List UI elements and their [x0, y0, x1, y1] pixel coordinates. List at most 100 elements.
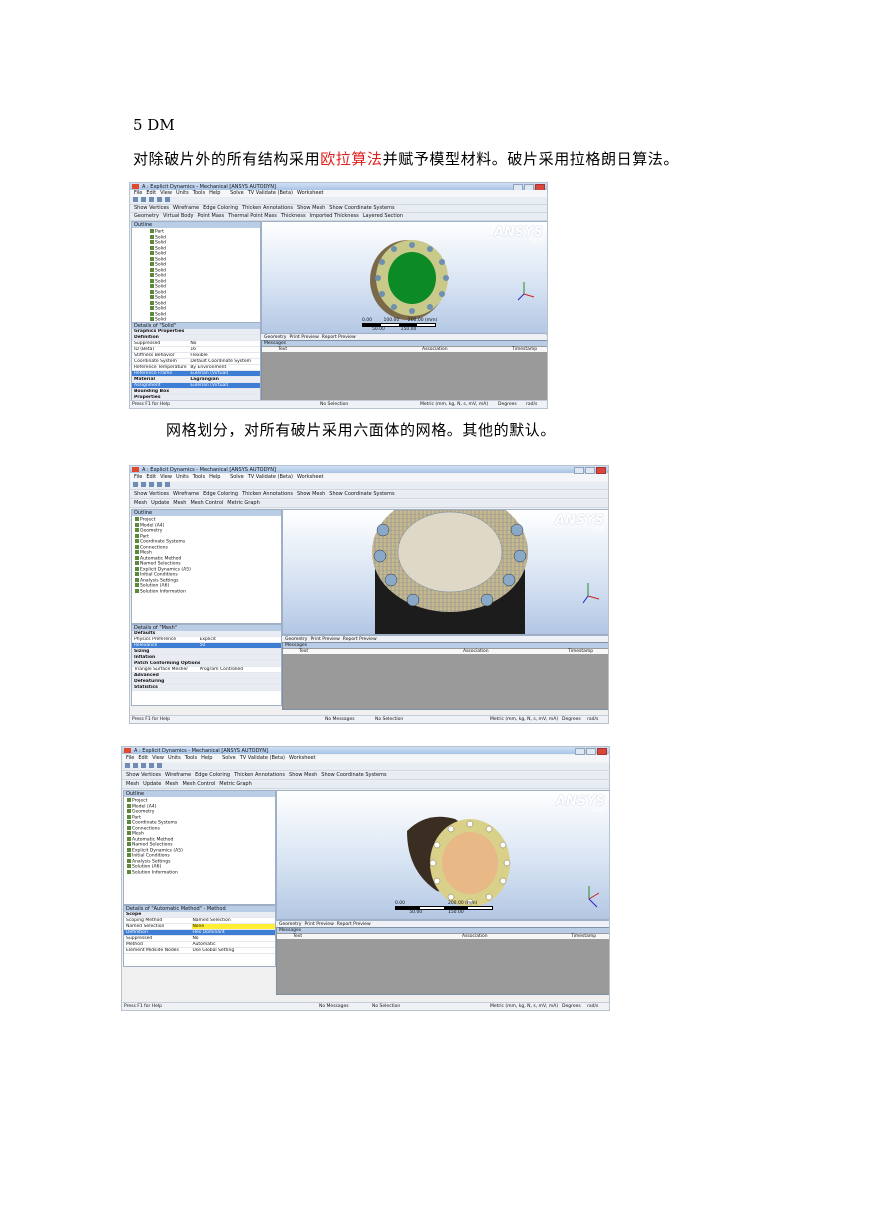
details-value[interactable]: Default Coordinate System: [190, 359, 260, 364]
col-timestamp[interactable]: Timestamp: [571, 934, 596, 939]
edge-coloring-button[interactable]: Edge Coloring: [195, 772, 230, 778]
show-coordinate-systems-button[interactable]: Show Coordinate Systems: [321, 772, 386, 778]
pan-icon[interactable]: [157, 197, 162, 202]
details-value[interactable]: Eulerian (Virtual): [190, 371, 260, 376]
details-value[interactable]: 50: [200, 643, 281, 648]
details-value[interactable]: Use Global Setting: [192, 948, 275, 953]
show-mesh-button[interactable]: Show Mesh: [297, 205, 325, 211]
mesh-control-dropdown[interactable]: Mesh Control: [182, 781, 215, 787]
show-vertices-button[interactable]: Show Vertices: [126, 772, 161, 778]
menu-tools[interactable]: Tools: [193, 190, 205, 196]
rotate-icon[interactable]: [141, 763, 146, 768]
details-value[interactable]: By Environment: [190, 365, 260, 370]
status-units[interactable]: Metric (mm, kg, N, s, mV, mA): [490, 717, 558, 722]
status-messages[interactable]: No Messages: [325, 717, 355, 722]
menu-help[interactable]: Help: [209, 190, 220, 196]
validate-button[interactable]: TV Validate (Beta): [248, 190, 293, 196]
minimize-button[interactable]: [575, 748, 585, 755]
menu-help[interactable]: Help: [209, 474, 220, 480]
update-button[interactable]: Update: [143, 781, 161, 787]
details-row[interactable]: Statistics: [132, 685, 281, 691]
validate-button[interactable]: TV Validate (Beta): [248, 474, 293, 480]
details-value[interactable]: Explicit: [200, 637, 281, 642]
edge-coloring-button[interactable]: Edge Coloring: [203, 491, 238, 497]
details-value[interactable]: [190, 389, 260, 394]
details-value[interactable]: [200, 661, 281, 666]
details-value[interactable]: [200, 679, 281, 684]
details-value[interactable]: Flexible: [190, 353, 260, 358]
mesh-control-dropdown[interactable]: Mesh Control: [190, 500, 223, 506]
status-rate[interactable]: rad/s: [587, 717, 598, 722]
status-angle[interactable]: Degrees: [562, 1004, 581, 1009]
details-value[interactable]: No: [192, 936, 275, 941]
fit-icon[interactable]: [165, 482, 170, 487]
close-button[interactable]: [597, 748, 607, 755]
status-angle[interactable]: Degrees: [562, 717, 581, 722]
col-text[interactable]: Text: [299, 649, 308, 654]
tree-item[interactable]: Solution Information: [127, 869, 275, 875]
show-coordinate-systems-button[interactable]: Show Coordinate Systems: [329, 491, 394, 497]
wireframe-button[interactable]: Wireframe: [173, 205, 199, 211]
menu-edit[interactable]: Edit: [146, 190, 156, 196]
pan-icon[interactable]: [157, 482, 162, 487]
mesh-dropdown[interactable]: Mesh: [173, 500, 186, 506]
graphics-viewport[interactable]: ANSYS 14.0 0.00 100.00 200.00 (mm) 50.00…: [261, 221, 547, 335]
update-button[interactable]: Update: [151, 500, 169, 506]
context-layered-section[interactable]: Layered Section: [363, 213, 403, 219]
details-value[interactable]: [200, 655, 281, 660]
status-rate[interactable]: rad/s: [526, 402, 537, 407]
col-text[interactable]: Text: [278, 347, 287, 352]
menu-edit[interactable]: Edit: [146, 474, 156, 480]
context-thermal-point-mass[interactable]: Thermal Point Mass: [228, 213, 277, 219]
context-point-mass[interactable]: Point Mass: [198, 213, 225, 219]
solve-button[interactable]: Solve: [222, 755, 236, 761]
menu-units[interactable]: Units: [176, 474, 189, 480]
details-value[interactable]: Eulerian (Virtual): [190, 383, 260, 388]
context-imported-thickness[interactable]: Imported Thickness: [310, 213, 359, 219]
select-icon[interactable]: [125, 763, 130, 768]
validate-button[interactable]: TV Validate (Beta): [240, 755, 285, 761]
pan-icon[interactable]: [149, 763, 154, 768]
metric-graph-button[interactable]: Metric Graph: [219, 781, 251, 787]
zoom-icon[interactable]: [141, 197, 146, 202]
menu-view[interactable]: View: [160, 190, 172, 196]
details-value[interactable]: Named Selection: [192, 918, 275, 923]
metric-graph-button[interactable]: Metric Graph: [227, 500, 259, 506]
maximize-button[interactable]: [585, 467, 595, 474]
zoom-icon[interactable]: [141, 482, 146, 487]
thicken-annotations-button[interactable]: Thicken Annotations: [242, 205, 293, 211]
fit-icon[interactable]: [165, 197, 170, 202]
details-value[interactable]: Lagrangian: [190, 377, 260, 382]
mesh-dropdown[interactable]: Mesh: [165, 781, 178, 787]
menu-edit[interactable]: Edit: [138, 755, 148, 761]
fit-icon[interactable]: [157, 763, 162, 768]
context-geometry[interactable]: Geometry: [134, 213, 159, 219]
worksheet-button[interactable]: Worksheet: [297, 474, 324, 480]
col-association[interactable]: Association: [463, 649, 489, 654]
details-value[interactable]: [200, 631, 281, 636]
status-rate[interactable]: rad/s: [587, 1004, 598, 1009]
menu-tools[interactable]: Tools: [193, 474, 205, 480]
details-value[interactable]: [200, 649, 281, 654]
status-units[interactable]: Metric (mm, kg, N, s, mV, mA): [420, 402, 488, 407]
details-value[interactable]: None: [192, 924, 275, 929]
thicken-annotations-button[interactable]: Thicken Annotations: [242, 491, 293, 497]
select-icon[interactable]: [133, 197, 138, 202]
solve-button[interactable]: Solve: [230, 190, 244, 196]
menu-view[interactable]: View: [160, 474, 172, 480]
status-messages[interactable]: No Messages: [319, 1004, 349, 1009]
worksheet-button[interactable]: Worksheet: [297, 190, 324, 196]
rotate-icon[interactable]: [149, 197, 154, 202]
details-value[interactable]: Automatic: [192, 942, 275, 947]
details-value[interactable]: [190, 329, 260, 334]
details-value[interactable]: [190, 335, 260, 340]
status-angle[interactable]: Degrees: [498, 402, 517, 407]
details-value[interactable]: No: [190, 341, 260, 346]
show-mesh-button[interactable]: Show Mesh: [289, 772, 317, 778]
context-thickness[interactable]: Thickness: [281, 213, 306, 219]
wireframe-button[interactable]: Wireframe: [165, 772, 191, 778]
col-timestamp[interactable]: Timestamp: [512, 347, 537, 352]
graphics-viewport[interactable]: ANSYS 14.0: [282, 509, 608, 635]
menu-units[interactable]: Units: [176, 190, 189, 196]
show-vertices-button[interactable]: Show Vertices: [134, 205, 169, 211]
